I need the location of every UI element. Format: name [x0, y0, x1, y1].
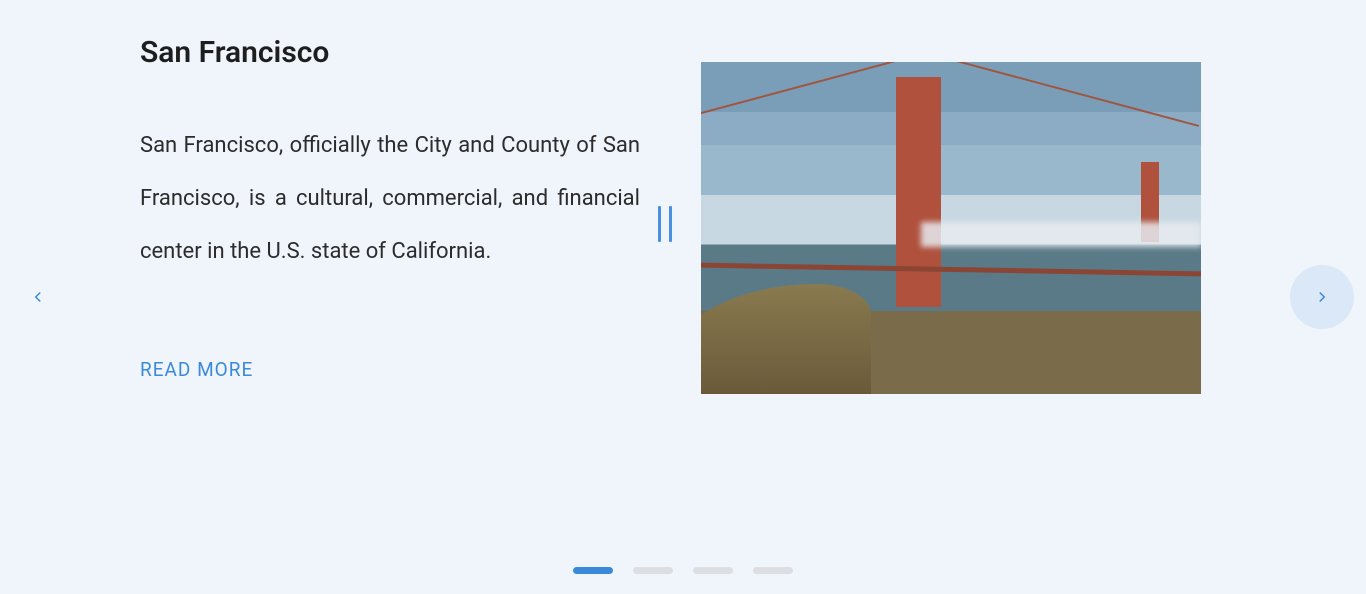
- slide-description: San Francisco, officially the City and C…: [140, 120, 640, 278]
- chevron-right-icon: [1313, 288, 1331, 306]
- dot-4[interactable]: [753, 567, 793, 574]
- slide-title: San Francisco: [140, 35, 640, 70]
- dot-3[interactable]: [693, 567, 733, 574]
- dot-1[interactable]: [573, 567, 613, 574]
- dot-2[interactable]: [633, 567, 673, 574]
- pause-bar-2: [669, 206, 672, 242]
- slide-image: [701, 62, 1201, 394]
- slide-text-column: San Francisco San Francisco, officially …: [140, 30, 640, 381]
- read-more-link[interactable]: READ MORE: [140, 358, 253, 381]
- pagination-dots: [573, 567, 793, 574]
- pause-icon[interactable]: [658, 206, 672, 242]
- next-button[interactable]: [1290, 265, 1354, 329]
- pause-bar-1: [658, 206, 661, 242]
- slide: San Francisco San Francisco, officially …: [50, 0, 1316, 594]
- carousel: San Francisco San Francisco, officially …: [0, 0, 1366, 594]
- chevron-left-icon: [29, 288, 47, 306]
- prev-button[interactable]: [6, 265, 70, 329]
- slide-image-column: [701, 30, 1201, 394]
